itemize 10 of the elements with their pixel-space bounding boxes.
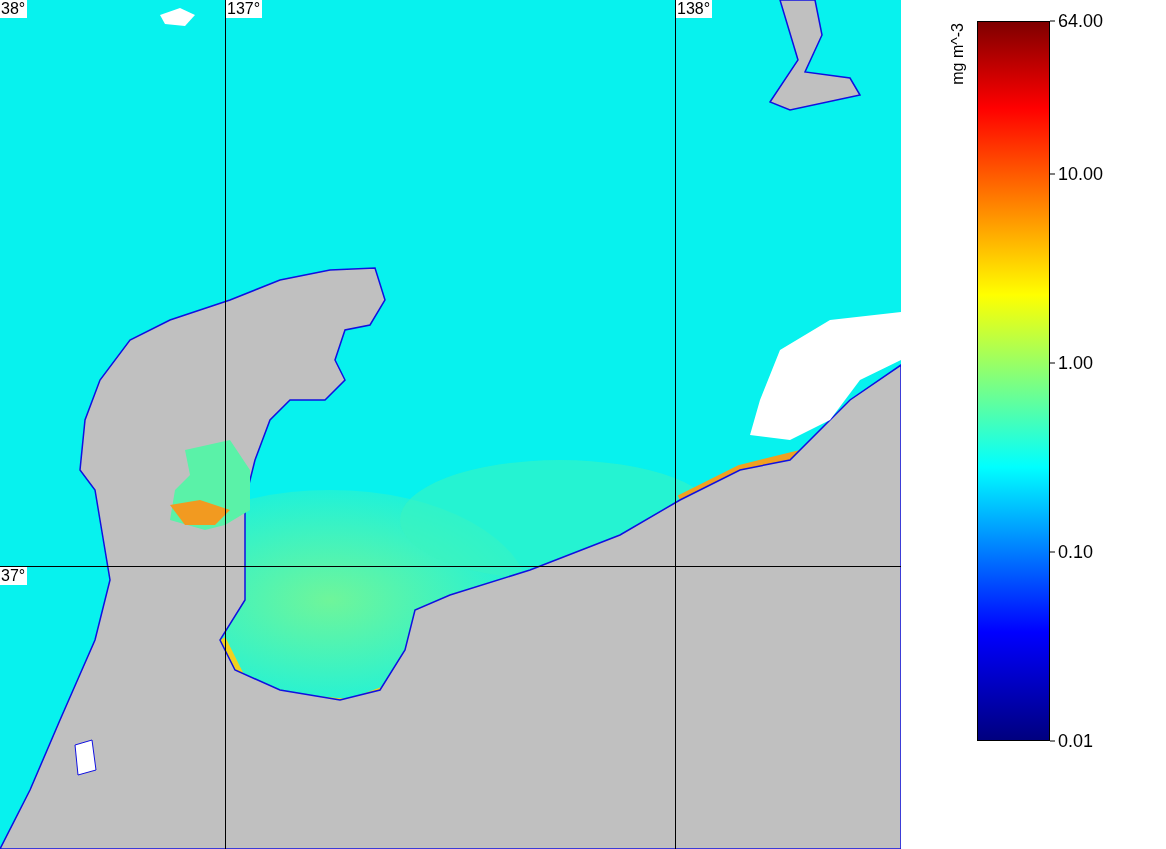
colorbar-tick-label: 0.01 <box>1050 730 1094 752</box>
latitude-label: 38° <box>0 0 28 18</box>
colorbar-tick-label: 64.00 <box>1050 10 1104 32</box>
colorbar-tick-label: 10.00 <box>1050 163 1104 185</box>
longitude-label: 138° <box>676 0 713 18</box>
latitude-label: 37° <box>0 567 28 585</box>
longitude-label: 137° <box>226 0 263 18</box>
colorbar-tick-label: 0.10 <box>1050 541 1094 563</box>
colorbar-tick-label: 1.00 <box>1050 352 1094 374</box>
unit-label: mg m^-3 <box>949 23 967 85</box>
